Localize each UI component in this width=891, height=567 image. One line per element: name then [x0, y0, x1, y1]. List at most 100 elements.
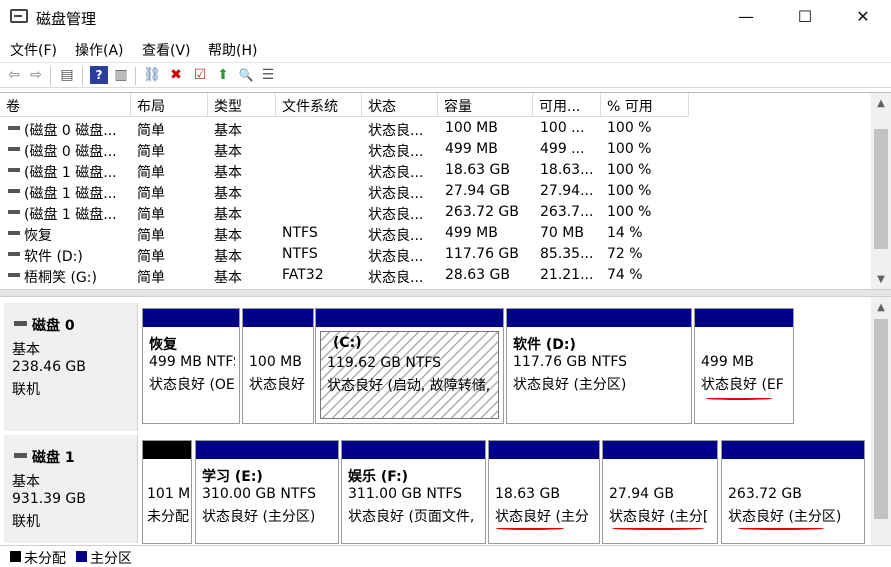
table-cell: 基本 — [214, 123, 242, 139]
pane-splitter[interactable] — [0, 289, 891, 297]
partition-efi[interactable]: 499 MB 状态良好 (EF — [694, 308, 794, 424]
scroll-down-arrow-icon[interactable]: ▼ — [871, 269, 891, 289]
column-header-volume[interactable]: 卷 — [0, 93, 131, 117]
menu-file[interactable]: 文件(F) — [10, 40, 57, 60]
close-button[interactable]: ✕ — [834, 0, 891, 32]
partition-status: 状态良好 (主分区) — [728, 509, 842, 525]
table-row[interactable]: 软件 (D:) 简单 基本 NTFS 状态良... 117.76 GB 85.35... 72… — [0, 244, 868, 265]
primary-partition-bar — [316, 309, 503, 327]
partition-size: 119.62 GB NTFS — [327, 355, 442, 371]
partition-c[interactable]: (C:) 119.62 GB NTFS 状态良好 (启动, 故障转储, — [315, 308, 504, 424]
partition-100mb[interactable]: 100 MB 状态良好 — [242, 308, 314, 424]
disk-name: 磁盘 1 — [32, 450, 75, 466]
disk-0-label[interactable]: 磁盘 0 基本 238.46 GB 联机 — [4, 303, 138, 431]
title-bar: 磁盘管理 — ☐ ✕ — [0, 0, 891, 34]
disk-name: 磁盘 0 — [32, 318, 75, 334]
scroll-thumb[interactable] — [874, 129, 888, 249]
table-cell: 18.63 GB — [445, 162, 510, 178]
table-cell: 基本 — [214, 228, 242, 244]
table-row[interactable]: 恢复 简单 基本 NTFS 状态良... 499 MB 70 MB 14 % — [0, 223, 868, 244]
volume-icon — [8, 168, 20, 172]
table-row[interactable]: (磁盘 0 磁盘... 简单 基本 状态良... 100 MB 100 ... 100 % — [0, 118, 868, 139]
column-header-layout[interactable]: 布局 — [131, 93, 208, 117]
table-cell: 28.63 GB — [445, 267, 510, 283]
menu-view[interactable]: 查看(V) — [142, 40, 191, 60]
forward-icon[interactable]: ⇨ — [27, 66, 45, 84]
table-cell: 14 % — [607, 225, 643, 241]
table-cell: 基本 — [214, 144, 242, 160]
delete-icon[interactable]: ✖ — [167, 66, 185, 84]
partition-f[interactable]: 娱乐 (F:) 311.00 GB NTFS 状态良好 (页面文件, — [341, 440, 486, 544]
partition-size: 101 M — [147, 486, 191, 502]
partition-status: 状态良好 (主分 — [495, 509, 589, 525]
toolbar-separator — [135, 67, 136, 85]
table-cell: 简单 — [137, 144, 165, 160]
legend-primary: 主分区 — [90, 551, 132, 567]
table-row[interactable]: (磁盘 1 磁盘... 简单 基本 状态良... 27.94 GB 27.94... 100… — [0, 181, 868, 202]
table-cell: 状态良... — [368, 144, 424, 160]
disk-size: 931.39 GB — [12, 491, 86, 507]
partition-title: 学习 (E:) — [202, 469, 263, 485]
disk-size: 238.46 GB — [12, 359, 86, 375]
disk-type: 基本 — [12, 474, 40, 490]
volume-icon — [8, 273, 20, 277]
partition-status: 状态良好 (主分区) — [513, 377, 627, 393]
partition-recovery[interactable]: 恢复 499 MB NTFS 状态良好 (OE — [142, 308, 240, 424]
disk-management-icon — [10, 9, 28, 23]
partition-e[interactable]: 学习 (E:) 310.00 GB NTFS 状态良好 (主分区) — [195, 440, 339, 544]
table-cell: 21.21... — [540, 267, 594, 283]
menu-action[interactable]: 操作(A) — [75, 40, 124, 60]
primary-partition-bar — [507, 309, 691, 327]
disk-view-scrollbar[interactable]: ▲ — [871, 297, 891, 545]
minimize-button[interactable]: — — [717, 0, 775, 32]
connect-icon[interactable]: ⛓ — [143, 66, 161, 84]
partition-d[interactable]: 软件 (D:) 117.76 GB NTFS 状态良好 (主分区) — [506, 308, 692, 424]
search-icon[interactable]: 🔍 — [237, 66, 255, 84]
table-cell: 简单 — [137, 228, 165, 244]
unallocated-bar — [143, 441, 191, 459]
column-header-free[interactable]: 可用... — [533, 93, 601, 117]
back-icon[interactable]: ⇦ — [5, 66, 23, 84]
help-icon[interactable]: ? — [90, 66, 108, 84]
column-header-status[interactable]: 状态 — [362, 93, 438, 117]
table-cell: 100 ... — [540, 120, 585, 136]
table-cell: 恢复 — [24, 228, 52, 244]
volume-list-scrollbar[interactable]: ▲ ▼ — [871, 93, 891, 289]
up-arrow-icon[interactable]: ⬆ — [214, 66, 232, 84]
table-cell: 499 MB — [445, 225, 498, 241]
properties-icon[interactable]: ▥ — [112, 66, 130, 84]
primary-partition-bar — [695, 309, 793, 327]
primary-partition-bar — [143, 309, 239, 327]
toolbar-separator — [82, 67, 83, 85]
table-row[interactable]: (磁盘 0 磁盘... 简单 基本 状态良... 499 MB 499 ... 100 % — [0, 139, 868, 160]
maximize-button[interactable]: ☐ — [776, 0, 834, 32]
partition-size: 499 MB NTFS — [149, 354, 235, 370]
table-cell: (磁盘 1 磁盘... — [24, 186, 117, 202]
scroll-up-arrow-icon[interactable]: ▲ — [871, 297, 891, 317]
menu-help[interactable]: 帮助(H) — [208, 40, 257, 60]
partition-unallocated[interactable]: 101 M 未分配 — [142, 440, 192, 544]
red-underline-annotation — [612, 527, 704, 530]
table-row[interactable]: 梧桐笑 (G:) 简单 基本 FAT32 状态良... 28.63 GB 21.21... 7… — [0, 265, 868, 286]
scroll-up-arrow-icon[interactable]: ▲ — [871, 93, 891, 113]
table-cell: FAT32 — [282, 267, 324, 283]
table-cell: 499 ... — [540, 141, 585, 157]
column-header-filesystem[interactable]: 文件系统 — [276, 93, 362, 117]
check-icon[interactable]: ☑ — [191, 66, 209, 84]
column-header-type[interactable]: 类型 — [208, 93, 276, 117]
red-underline-annotation — [738, 527, 824, 530]
column-header-capacity[interactable]: 容量 — [438, 93, 533, 117]
scroll-thumb[interactable] — [874, 319, 888, 519]
disk-1-label[interactable]: 磁盘 1 基本 931.39 GB 联机 — [4, 435, 138, 543]
partition-status: 状态良好 (页面文件, — [348, 509, 475, 525]
table-row[interactable]: (磁盘 1 磁盘... 简单 基本 状态良... 263.72 GB 263.7... 10… — [0, 202, 868, 223]
table-row[interactable]: (磁盘 1 磁盘... 简单 基本 状态良... 18.63 GB 18.63... 100… — [0, 160, 868, 181]
table-cell: 简单 — [137, 207, 165, 223]
table-cell: 100 % — [607, 183, 652, 199]
list-icon[interactable]: ☰ — [259, 66, 277, 84]
column-header-percent-free[interactable]: % 可用 — [601, 93, 689, 117]
disk-status: 联机 — [12, 382, 40, 398]
console-tree-icon[interactable]: ▤ — [58, 66, 76, 84]
partition-status: 状态良好 (主分[ — [609, 509, 709, 525]
primary-partition-bar — [243, 309, 313, 327]
